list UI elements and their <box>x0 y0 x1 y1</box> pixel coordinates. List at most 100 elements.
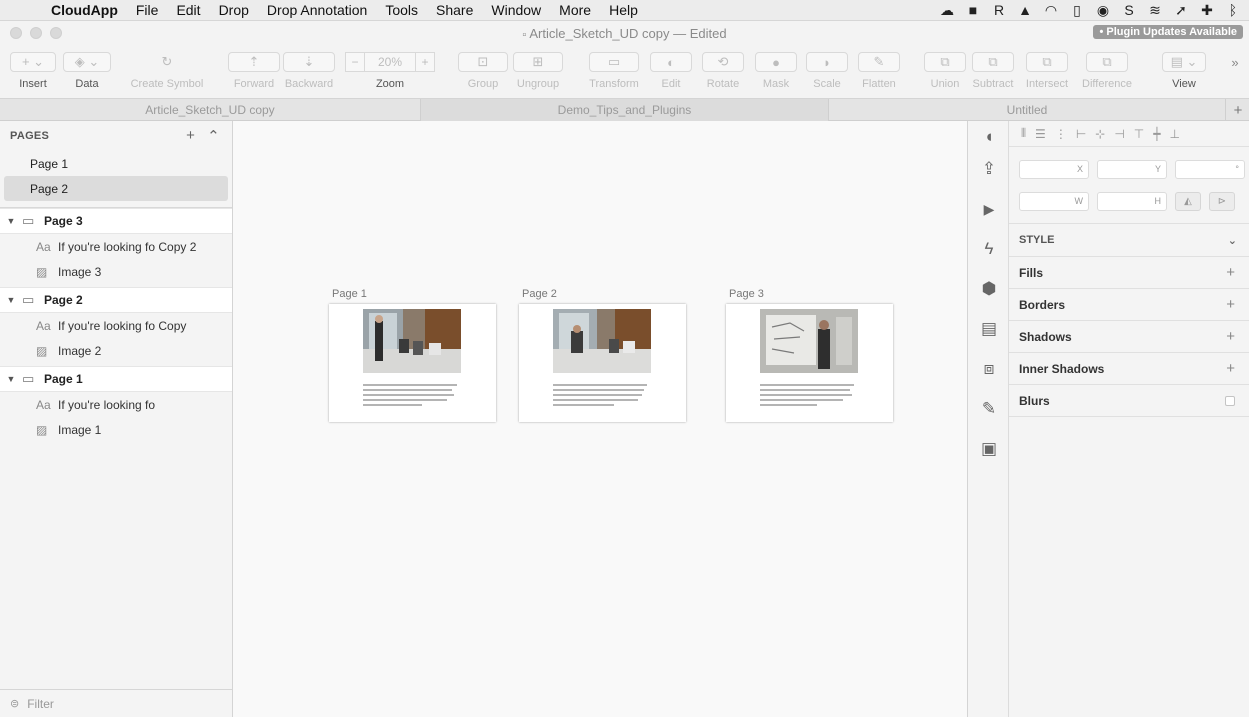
width-field[interactable]: W <box>1019 191 1089 211</box>
prototype-play-icon[interactable]: ▶ <box>978 198 1000 220</box>
menu-app-name[interactable]: CloudApp <box>42 2 127 18</box>
create-symbol-button[interactable]: ↻ Create Symbol <box>128 45 206 98</box>
distribute-horizontal-icon[interactable]: ⫴ <box>1021 126 1026 141</box>
chevron-down-icon[interactable]: ⌄ <box>1228 234 1249 247</box>
ungroup-button[interactable]: ⊞ Ungroup <box>512 45 564 98</box>
artboard-row[interactable]: ▼ ▭ Page 2 <box>0 287 232 313</box>
menu-more[interactable]: More <box>550 2 600 18</box>
group-button[interactable]: ⊡ Group <box>458 45 508 98</box>
menu-drop-annotation[interactable]: Drop Annotation <box>258 2 376 18</box>
menu-help[interactable]: Help <box>600 2 647 18</box>
collapse-pages-icon[interactable]: ⌃ <box>207 127 220 145</box>
toolbar-overflow-button[interactable]: » <box>1226 45 1244 98</box>
menu-share[interactable]: Share <box>427 2 482 18</box>
align-middle-icon[interactable]: ┿ <box>1153 127 1160 141</box>
layer-row[interactable]: ▨ Image 1 <box>0 417 232 442</box>
disclosure-triangle-icon[interactable]: ▼ <box>0 374 22 384</box>
close-window-button[interactable] <box>10 27 22 39</box>
view-button[interactable]: ▤ ⌄ View <box>1162 45 1206 98</box>
flip-vertical-icon[interactable]: ⊳ <box>1209 191 1235 211</box>
align-right-icon[interactable]: ⊣ <box>1114 127 1124 141</box>
layer-filter[interactable]: ⊜ Filter <box>0 689 232 717</box>
layer-row[interactable]: ▨ Image 2 <box>0 338 232 363</box>
subtract-button[interactable]: ⧉ Subtract <box>970 45 1016 98</box>
fills-section[interactable]: Fills + <box>1009 257 1249 289</box>
camera-icon[interactable]: ■ <box>963 2 983 18</box>
add-page-icon[interactable]: + <box>186 127 195 145</box>
layer-row[interactable]: Aa If you're looking fo <box>0 392 232 417</box>
zoom-window-button[interactable] <box>50 27 62 39</box>
disclosure-triangle-icon[interactable]: ▼ <box>0 216 22 226</box>
r-icon[interactable]: R <box>989 2 1009 18</box>
inner-shadows-section[interactable]: Inner Shadows + <box>1009 353 1249 385</box>
menu-drop[interactable]: Drop <box>210 2 258 18</box>
add-border-icon[interactable]: + <box>1226 296 1249 313</box>
insert-button[interactable]: + ⌄ Insert <box>10 45 56 98</box>
pen-frame-icon[interactable]: ✎ <box>978 398 1000 420</box>
align-bottom-icon[interactable]: ⊥ <box>1169 127 1179 141</box>
menu-file[interactable]: File <box>127 2 168 18</box>
tab-article-sketch[interactable]: Article_Sketch_UD copy <box>0 99 421 121</box>
mask-button[interactable]: ● Mask <box>755 45 797 98</box>
canvas[interactable]: Page 1 Page 2 Page 3 <box>233 121 967 717</box>
eye-icon[interactable]: ◉ <box>1093 2 1113 19</box>
minimize-window-button[interactable] <box>30 27 42 39</box>
puzzle-icon[interactable]: ✚ <box>1197 2 1217 19</box>
intersect-button[interactable]: ⧉ Intersect <box>1024 45 1070 98</box>
artboard-label[interactable]: Page 2 <box>522 288 557 300</box>
y-field[interactable]: Y <box>1097 159 1167 179</box>
rotate-button[interactable]: ⟲ Rotate <box>702 45 744 98</box>
artboard-label[interactable]: Page 1 <box>332 288 367 300</box>
tab-untitled[interactable]: Untitled <box>829 99 1226 121</box>
scale-button[interactable]: ◗ Scale <box>806 45 848 98</box>
zoom-out-button[interactable]: − <box>345 52 365 72</box>
export-icon[interactable]: ⇪ <box>978 158 1000 180</box>
artboard-row[interactable]: ▼ ▭ Page 3 <box>0 208 232 234</box>
transform-button[interactable]: ▭ Transform <box>586 45 642 98</box>
whiteboard-photo-image[interactable] <box>760 309 858 373</box>
bluetooth-icon[interactable]: ᛒ <box>1223 2 1243 18</box>
add-tab-button[interactable]: + <box>1227 99 1249 121</box>
align-top-icon[interactable]: ⊤ <box>1134 127 1144 141</box>
article-text-block[interactable] <box>363 384 462 414</box>
cursor-icon[interactable]: ➚ <box>1171 2 1191 19</box>
add-shadow-icon[interactable]: + <box>1226 328 1249 345</box>
borders-section[interactable]: Borders + <box>1009 289 1249 321</box>
union-button[interactable]: ⧉ Union <box>924 45 966 98</box>
rotation-field[interactable]: ° <box>1175 159 1245 179</box>
edit-button[interactable]: ◐ Edit <box>650 45 692 98</box>
page-item-1[interactable]: Page 1 <box>4 151 228 176</box>
align-center-icon[interactable]: ⊹ <box>1095 127 1105 141</box>
gauge-icon[interactable]: ◠ <box>1041 2 1061 19</box>
forward-button[interactable]: ⇡ Forward <box>228 45 280 98</box>
tab-demo-tips[interactable]: Demo_Tips_and_Plugins <box>421 99 829 121</box>
artboard-page-2[interactable] <box>519 304 686 422</box>
plugin-updates-badge[interactable]: • Plugin Updates Available <box>1093 25 1243 39</box>
artboard-page-3[interactable] <box>726 304 893 422</box>
cone-icon[interactable]: ▲ <box>1015 2 1035 18</box>
wifi-icon[interactable]: ≋ <box>1145 2 1165 19</box>
add-image-icon[interactable]: ▣ <box>978 438 1000 460</box>
data-button[interactable]: ◈ ⌄ Data <box>63 45 111 98</box>
cloud-icon[interactable]: ☁ <box>937 2 957 19</box>
more-dots-icon[interactable]: ⋮ <box>1055 127 1067 141</box>
align-left-icon[interactable]: ⊢ <box>1076 127 1086 141</box>
dollar-icon[interactable]: S <box>1119 2 1139 18</box>
artboard-row[interactable]: ▼ ▭ Page 1 <box>0 366 232 392</box>
page-item-2[interactable]: Page 2 <box>4 176 228 201</box>
blurs-section[interactable]: Blurs <box>1009 385 1249 417</box>
layer-row[interactable]: ▨ Image 3 <box>0 259 232 284</box>
add-inner-shadow-icon[interactable]: + <box>1226 360 1249 377</box>
layer-row[interactable]: Aa If you're looking fo Copy 2 <box>0 234 232 259</box>
add-fill-icon[interactable]: + <box>1226 264 1249 281</box>
flatten-button[interactable]: ✎ Flatten <box>858 45 900 98</box>
article-text-block[interactable] <box>553 384 652 414</box>
zoom-in-button[interactable]: + <box>415 52 435 72</box>
artboard-label[interactable]: Page 3 <box>729 288 764 300</box>
artboard-page-1[interactable] <box>329 304 496 422</box>
difference-button[interactable]: ⧉ Difference <box>1078 45 1136 98</box>
lightning-icon[interactable]: ϟ <box>978 238 1000 260</box>
blur-checkbox[interactable] <box>1225 395 1235 406</box>
flip-horizontal-icon[interactable]: ◭ <box>1175 191 1201 211</box>
menu-tools[interactable]: Tools <box>376 2 427 18</box>
